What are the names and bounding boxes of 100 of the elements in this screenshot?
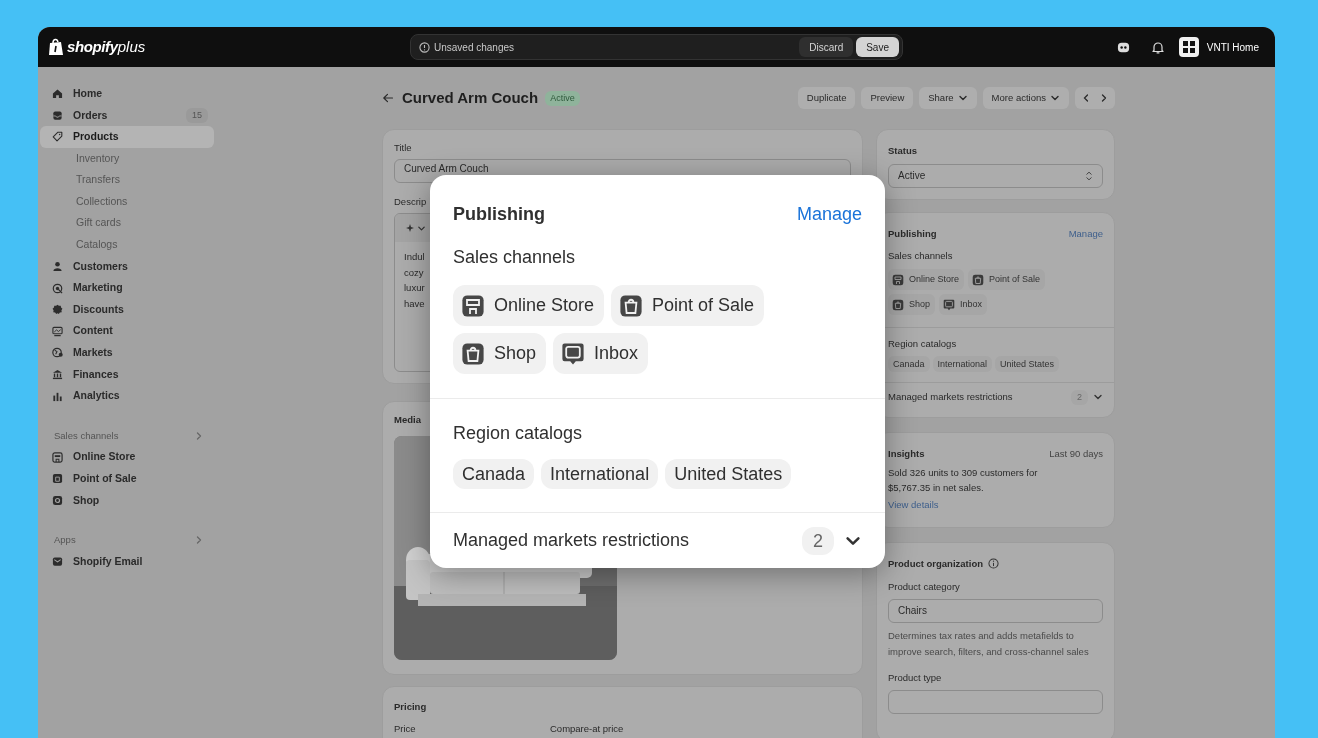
channel-name: Inbox: [960, 297, 983, 311]
discard-button[interactable]: Discard: [799, 37, 854, 57]
help-text: Determines tax rates and adds metafields to improve search, filters, and cross-channel sales: [888, 629, 1090, 659]
shopping-bag-icon: [619, 293, 644, 318]
card-title: Status: [888, 143, 919, 158]
info-icon: [988, 558, 999, 570]
monitor-icon: [52, 325, 63, 337]
insights-summary: Sold 326 units to 309 customers for $5,767.35 in net sales.: [888, 465, 1039, 496]
store-menu-button[interactable]: VNTI Home: [1178, 37, 1265, 57]
bar-chart-icon: [52, 390, 63, 402]
card-title: Media: [394, 412, 422, 427]
unsaved-changes-text: Unsaved changes: [434, 40, 516, 55]
field-label: Compare-at price: [550, 721, 624, 736]
section-label: Sales channels: [887, 248, 954, 263]
envelope-icon: [52, 556, 63, 568]
discount-badge-icon: [52, 304, 63, 316]
target-icon: [52, 282, 63, 294]
description-text: cozy: [404, 265, 424, 280]
section-heading: Sales channels: [54, 428, 119, 443]
store-avatar-icon: [1178, 37, 1199, 57]
shopping-bag-icon: [48, 38, 64, 56]
storefront-icon: [461, 293, 485, 318]
region-tag: Canada: [453, 459, 535, 489]
region-tag: United States: [665, 459, 792, 489]
card-title: Publishing: [453, 203, 545, 226]
sidebar-nav-item[interactable]: Transfers: [40, 169, 214, 191]
sidebar-nav-item[interactable]: Online Store: [40, 446, 214, 469]
home-icon: [52, 88, 63, 100]
sidebar-nav-item[interactable]: Inventory: [40, 147, 214, 170]
shopping-bag-icon: [892, 298, 904, 311]
description-text: Indul: [404, 250, 425, 264]
sidebar-nav-item[interactable]: Gift cards: [40, 212, 214, 235]
product-type-field[interactable]: [888, 690, 1103, 715]
description-text: luxur: [404, 281, 425, 296]
sidebar-nav-item[interactable]: Content: [40, 320, 214, 343]
sidebar-nav-item[interactable]: Home: [40, 83, 214, 105]
card-title: Publishing: [888, 226, 937, 241]
section-label: Sales channels: [452, 246, 577, 269]
globe-icon: [52, 347, 63, 359]
chevron-left-icon: [1081, 93, 1091, 104]
restrictions-row[interactable]: Managed markets restrictions 2: [430, 513, 885, 568]
action-button[interactable]: Share: [919, 87, 977, 110]
back-button[interactable]: [382, 92, 394, 105]
sidebar-nav-item[interactable]: Marketing: [40, 277, 214, 299]
restrictions-label: Managed markets restrictions: [888, 390, 1013, 405]
card-title: Product organization: [888, 556, 983, 571]
sidebar-nav-item[interactable]: Discounts: [40, 298, 214, 321]
region-tag: United States: [995, 356, 1060, 373]
manage-link[interactable]: Manage: [796, 201, 862, 228]
channel-name: Shop: [909, 297, 931, 311]
section-label: Region catalogs: [887, 337, 958, 351]
sidebar-nav-item[interactable]: Collections: [40, 190, 214, 213]
field-label: Product type: [888, 671, 943, 686]
count-badge: 2: [802, 526, 834, 555]
channel-name: Online Store: [909, 272, 960, 286]
shopping-bag-icon: [461, 341, 485, 366]
chevron-right-icon: [194, 535, 204, 546]
sidebar-nav-item[interactable]: Analytics: [40, 385, 214, 407]
region-tag: International: [932, 356, 993, 373]
count-badge: 15: [186, 107, 208, 123]
storefront-icon: [892, 273, 904, 286]
section-heading: Apps: [54, 532, 76, 547]
chat-bubble-icon: [943, 298, 956, 311]
sidebar-nav-item[interactable]: Markets: [40, 342, 214, 364]
sidebar-nav-item[interactable]: Shop: [40, 489, 214, 512]
field-label: Title: [394, 140, 413, 155]
shopping-bag-icon: [52, 473, 63, 485]
page-title: Curved Arm Couch: [402, 88, 539, 108]
action-button[interactable]: More actions: [982, 87, 1069, 110]
save-button[interactable]: Save: [856, 37, 899, 57]
bell-icon: [1151, 40, 1164, 54]
chat-bubble-icon: [561, 341, 586, 366]
action-button[interactable]: Preview: [861, 87, 914, 110]
status-select[interactable]: Active: [888, 163, 1103, 188]
arrow-left-icon: [382, 92, 394, 105]
sidebar-nav-item[interactable]: Customers: [40, 255, 214, 278]
section-label: Region catalogs: [452, 422, 584, 445]
card-title: Insights: [888, 446, 925, 461]
restrictions-label: Managed markets restrictions: [453, 529, 690, 552]
shopping-bag-icon: [972, 273, 985, 286]
storefront-icon: [52, 451, 63, 463]
region-tag: Canada: [888, 356, 930, 373]
channel-name: Inbox: [594, 342, 639, 365]
logo-wordmark: shopify: [67, 36, 118, 57]
sidebar-nav-item[interactable]: Point of Sale: [40, 468, 214, 490]
action-button[interactable]: Duplicate: [797, 87, 856, 110]
sidebar-nav-item[interactable]: Orders 15: [40, 104, 214, 127]
bank-icon: [52, 369, 63, 380]
sidebar-nav-item[interactable]: Shopify Email: [40, 550, 214, 573]
tag-icon: [52, 131, 63, 143]
sidebar-nav-item[interactable]: Products: [40, 126, 214, 148]
inbox-tray-icon: [52, 109, 63, 121]
card-title: Pricing: [394, 699, 428, 714]
view-details-link[interactable]: View details: [888, 497, 1103, 513]
sidebar-nav-item[interactable]: Catalogs: [40, 234, 214, 256]
category-field[interactable]: Chairs: [888, 599, 1103, 623]
description-text: have: [404, 296, 425, 311]
sidebar-nav-item[interactable]: Finances: [40, 363, 214, 386]
manage-link[interactable]: Manage: [1068, 226, 1103, 241]
region-tag: International: [541, 459, 659, 489]
